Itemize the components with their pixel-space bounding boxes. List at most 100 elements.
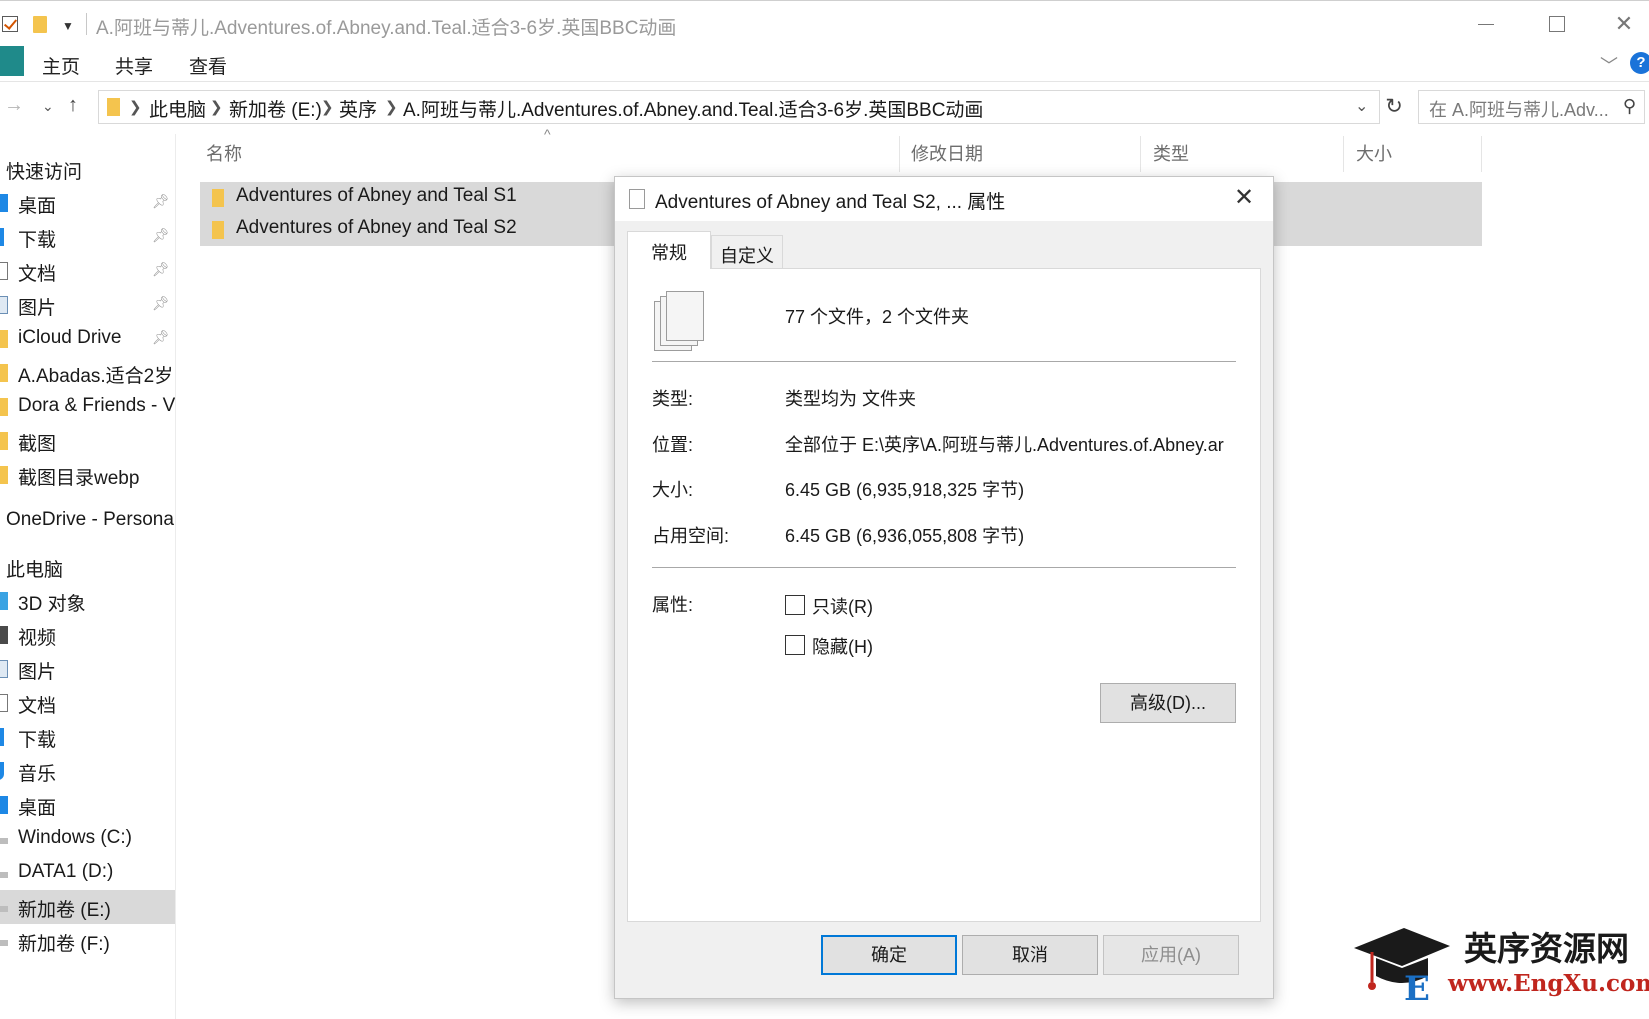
location-value[interactable]: 全部位于 E:\英序\A.阿班与蒂儿.Adventures.of.Abney.a… bbox=[785, 431, 1224, 457]
sidebar-item-drive-f[interactable]: 新加卷 (F:) bbox=[0, 924, 175, 958]
sidebar-item-drive-c[interactable]: Windows (C:) bbox=[0, 822, 175, 856]
sidebar-item-desktop-pc[interactable]: 桌面 bbox=[0, 788, 175, 822]
sidebar-item-pictures[interactable]: 图片 📌︎ bbox=[0, 288, 175, 322]
sidebar-section-this-pc[interactable]: 此电脑 bbox=[0, 550, 175, 584]
hidden-checkbox[interactable] bbox=[785, 635, 805, 655]
search-placeholder: 在 A.阿班与蒂儿.Adv... bbox=[1429, 100, 1609, 120]
readonly-checkbox[interactable] bbox=[785, 595, 805, 615]
sidebar-item-music[interactable]: 音乐 bbox=[0, 754, 175, 788]
sidebar-item-label: 快速访问 bbox=[6, 162, 83, 183]
column-header-size[interactable]: 大小 bbox=[1356, 140, 1392, 174]
sidebar-section-quick-access[interactable]: 快速访问 bbox=[0, 152, 175, 186]
pin-icon[interactable]: 📌︎ bbox=[152, 227, 170, 244]
sidebar-item-documents-pc[interactable]: 文档 bbox=[0, 686, 175, 720]
sidebar-item-label: 图片 bbox=[18, 298, 57, 319]
sidebar-item-label: 文档 bbox=[18, 264, 57, 285]
hidden-checkbox-label[interactable]: 隐藏(H) bbox=[812, 633, 873, 659]
advanced-button[interactable]: 高级(D)... bbox=[1100, 683, 1236, 723]
customize-toolbar-chevron-down-icon[interactable]: ▼ bbox=[62, 19, 74, 33]
sidebar-item-pictures-pc[interactable]: 图片 bbox=[0, 652, 175, 686]
sidebar-item-screenshots[interactable]: 截图 bbox=[0, 424, 175, 458]
tab-home[interactable]: 主页 bbox=[42, 52, 80, 79]
sidebar-item-documents[interactable]: 文档 📌︎ bbox=[0, 254, 175, 288]
navigation-pane: 快速访问 桌面 📌︎ 下载 📌︎ 文档 📌︎ 图片 📌︎ iCloud Driv… bbox=[0, 134, 176, 1019]
cancel-button[interactable]: 取消 bbox=[962, 935, 1098, 975]
chevron-right-icon[interactable]: ❯ bbox=[321, 98, 334, 116]
size-label: 大小: bbox=[652, 480, 694, 500]
column-header-type[interactable]: 类型 bbox=[1153, 140, 1189, 174]
tab-custom[interactable]: 自定义 bbox=[711, 235, 783, 269]
sidebar-item-dora-friends[interactable]: Dora & Friends - V bbox=[0, 390, 176, 424]
properties-quick-access-icon[interactable] bbox=[2, 16, 18, 32]
sidebar-item-downloads-pc[interactable]: 下载 bbox=[0, 720, 175, 754]
picture-icon bbox=[0, 660, 8, 678]
tab-view[interactable]: 查看 bbox=[189, 52, 227, 79]
maximize-button[interactable] bbox=[1536, 9, 1576, 39]
expand-ribbon-chevron-icon[interactable]: ﹀ bbox=[1600, 52, 1618, 78]
address-bar[interactable]: ❯ 此电脑 ❯ 新加卷 (E:) ❯ 英序 ❯ A.阿班与蒂儿.Adventur… bbox=[98, 90, 1380, 124]
breadcrumb-drive-e[interactable]: 新加卷 (E:) bbox=[229, 95, 322, 122]
apply-button[interactable]: 应用(A) bbox=[1103, 935, 1239, 975]
sidebar-item-label: 桌面 bbox=[18, 196, 57, 217]
sidebar-section-onedrive[interactable]: OneDrive - Personal bbox=[0, 504, 175, 538]
forward-arrow-icon[interactable]: → bbox=[4, 94, 24, 117]
address-history-chevron-down-icon[interactable]: ⌄ bbox=[1355, 96, 1368, 116]
dialog-title-bar[interactable]: Adventures of Abney and Teal S2, ... 属性 … bbox=[615, 177, 1273, 221]
chevron-right-icon[interactable]: ❯ bbox=[210, 98, 223, 116]
column-header-date-modified[interactable]: 修改日期 bbox=[911, 140, 983, 174]
search-icon[interactable]: ⚲ bbox=[1623, 96, 1636, 117]
chevron-right-icon[interactable]: ❯ bbox=[385, 98, 398, 116]
refresh-icon[interactable]: ↻ bbox=[1380, 94, 1408, 124]
chevron-right-icon[interactable]: ❯ bbox=[129, 98, 142, 116]
readonly-checkbox-label[interactable]: 只读(R) bbox=[812, 593, 873, 619]
sidebar-item-drive-d[interactable]: DATA1 (D:) bbox=[0, 856, 175, 890]
folder-icon bbox=[0, 432, 8, 450]
pin-icon[interactable]: 📌︎ bbox=[152, 261, 170, 278]
close-window-button[interactable]: ✕ bbox=[1604, 9, 1644, 39]
breadcrumb-yingxu[interactable]: 英序 bbox=[339, 95, 377, 122]
sidebar-item-icloud-drive[interactable]: iCloud Drive 📌︎ bbox=[0, 322, 175, 356]
folder-icon bbox=[0, 398, 8, 416]
watermark-url: www.EngXu.com bbox=[1448, 970, 1649, 997]
file-tab[interactable] bbox=[0, 46, 24, 76]
sidebar-item-desktop[interactable]: 桌面 📌︎ bbox=[0, 186, 175, 220]
close-dialog-button[interactable]: ✕ bbox=[1227, 183, 1261, 213]
column-divider[interactable] bbox=[1481, 136, 1482, 172]
folder-icon bbox=[107, 98, 120, 116]
pin-icon[interactable]: 📌︎ bbox=[152, 193, 170, 210]
pin-icon[interactable]: 📌︎ bbox=[152, 295, 170, 312]
pin-icon[interactable]: 📌︎ bbox=[152, 329, 170, 346]
column-divider[interactable] bbox=[899, 136, 900, 172]
folder-icon bbox=[0, 364, 8, 382]
music-icon bbox=[0, 762, 4, 780]
recent-locations-chevron-down-icon[interactable]: ⌄ bbox=[42, 98, 54, 115]
tab-general[interactable]: 常规 bbox=[627, 231, 711, 269]
sidebar-item-abadas[interactable]: A.Abadas.适合2岁以 bbox=[0, 356, 175, 390]
sidebar-item-screenshots-webp[interactable]: 截图目录webp bbox=[0, 458, 175, 492]
help-icon[interactable]: ? bbox=[1630, 52, 1649, 74]
document-icon bbox=[0, 262, 8, 280]
breadcrumb-current-folder[interactable]: A.阿班与蒂儿.Adventures.of.Abney.and.Teal.适合3… bbox=[403, 95, 983, 122]
sidebar-item-downloads[interactable]: 下载 📌︎ bbox=[0, 220, 175, 254]
ok-button[interactable]: 确定 bbox=[821, 935, 957, 975]
search-input[interactable]: 在 A.阿班与蒂儿.Adv... ⚲ bbox=[1418, 90, 1645, 124]
sidebar-item-label: 新加卷 (E:) bbox=[18, 900, 111, 921]
properties-dialog: Adventures of Abney and Teal S2, ... 属性 … bbox=[614, 176, 1274, 999]
sidebar-item-3d-objects[interactable]: 3D 对象 bbox=[0, 584, 175, 618]
folder-icon bbox=[212, 189, 224, 207]
column-header-name[interactable]: 名称 bbox=[206, 140, 242, 174]
type-label: 类型: bbox=[652, 389, 694, 409]
desktop-icon bbox=[0, 194, 8, 212]
sidebar-item-drive-e[interactable]: 新加卷 (E:) bbox=[0, 890, 175, 924]
sidebar-item-videos[interactable]: 视频 bbox=[0, 618, 175, 652]
breadcrumb-this-pc[interactable]: 此电脑 bbox=[149, 95, 206, 122]
sidebar-item-label: Dora & Friends - V bbox=[18, 395, 176, 416]
up-arrow-icon[interactable]: ↑ bbox=[68, 94, 78, 117]
column-divider[interactable] bbox=[1140, 136, 1141, 172]
new-folder-quick-access-icon[interactable] bbox=[33, 16, 47, 33]
column-divider[interactable] bbox=[1343, 136, 1344, 172]
minimize-button[interactable] bbox=[1466, 9, 1506, 39]
sidebar-item-label: 桌面 bbox=[18, 798, 57, 819]
selection-summary: 77 个文件，2 个文件夹 bbox=[785, 307, 970, 327]
tab-share[interactable]: 共享 bbox=[115, 52, 153, 79]
